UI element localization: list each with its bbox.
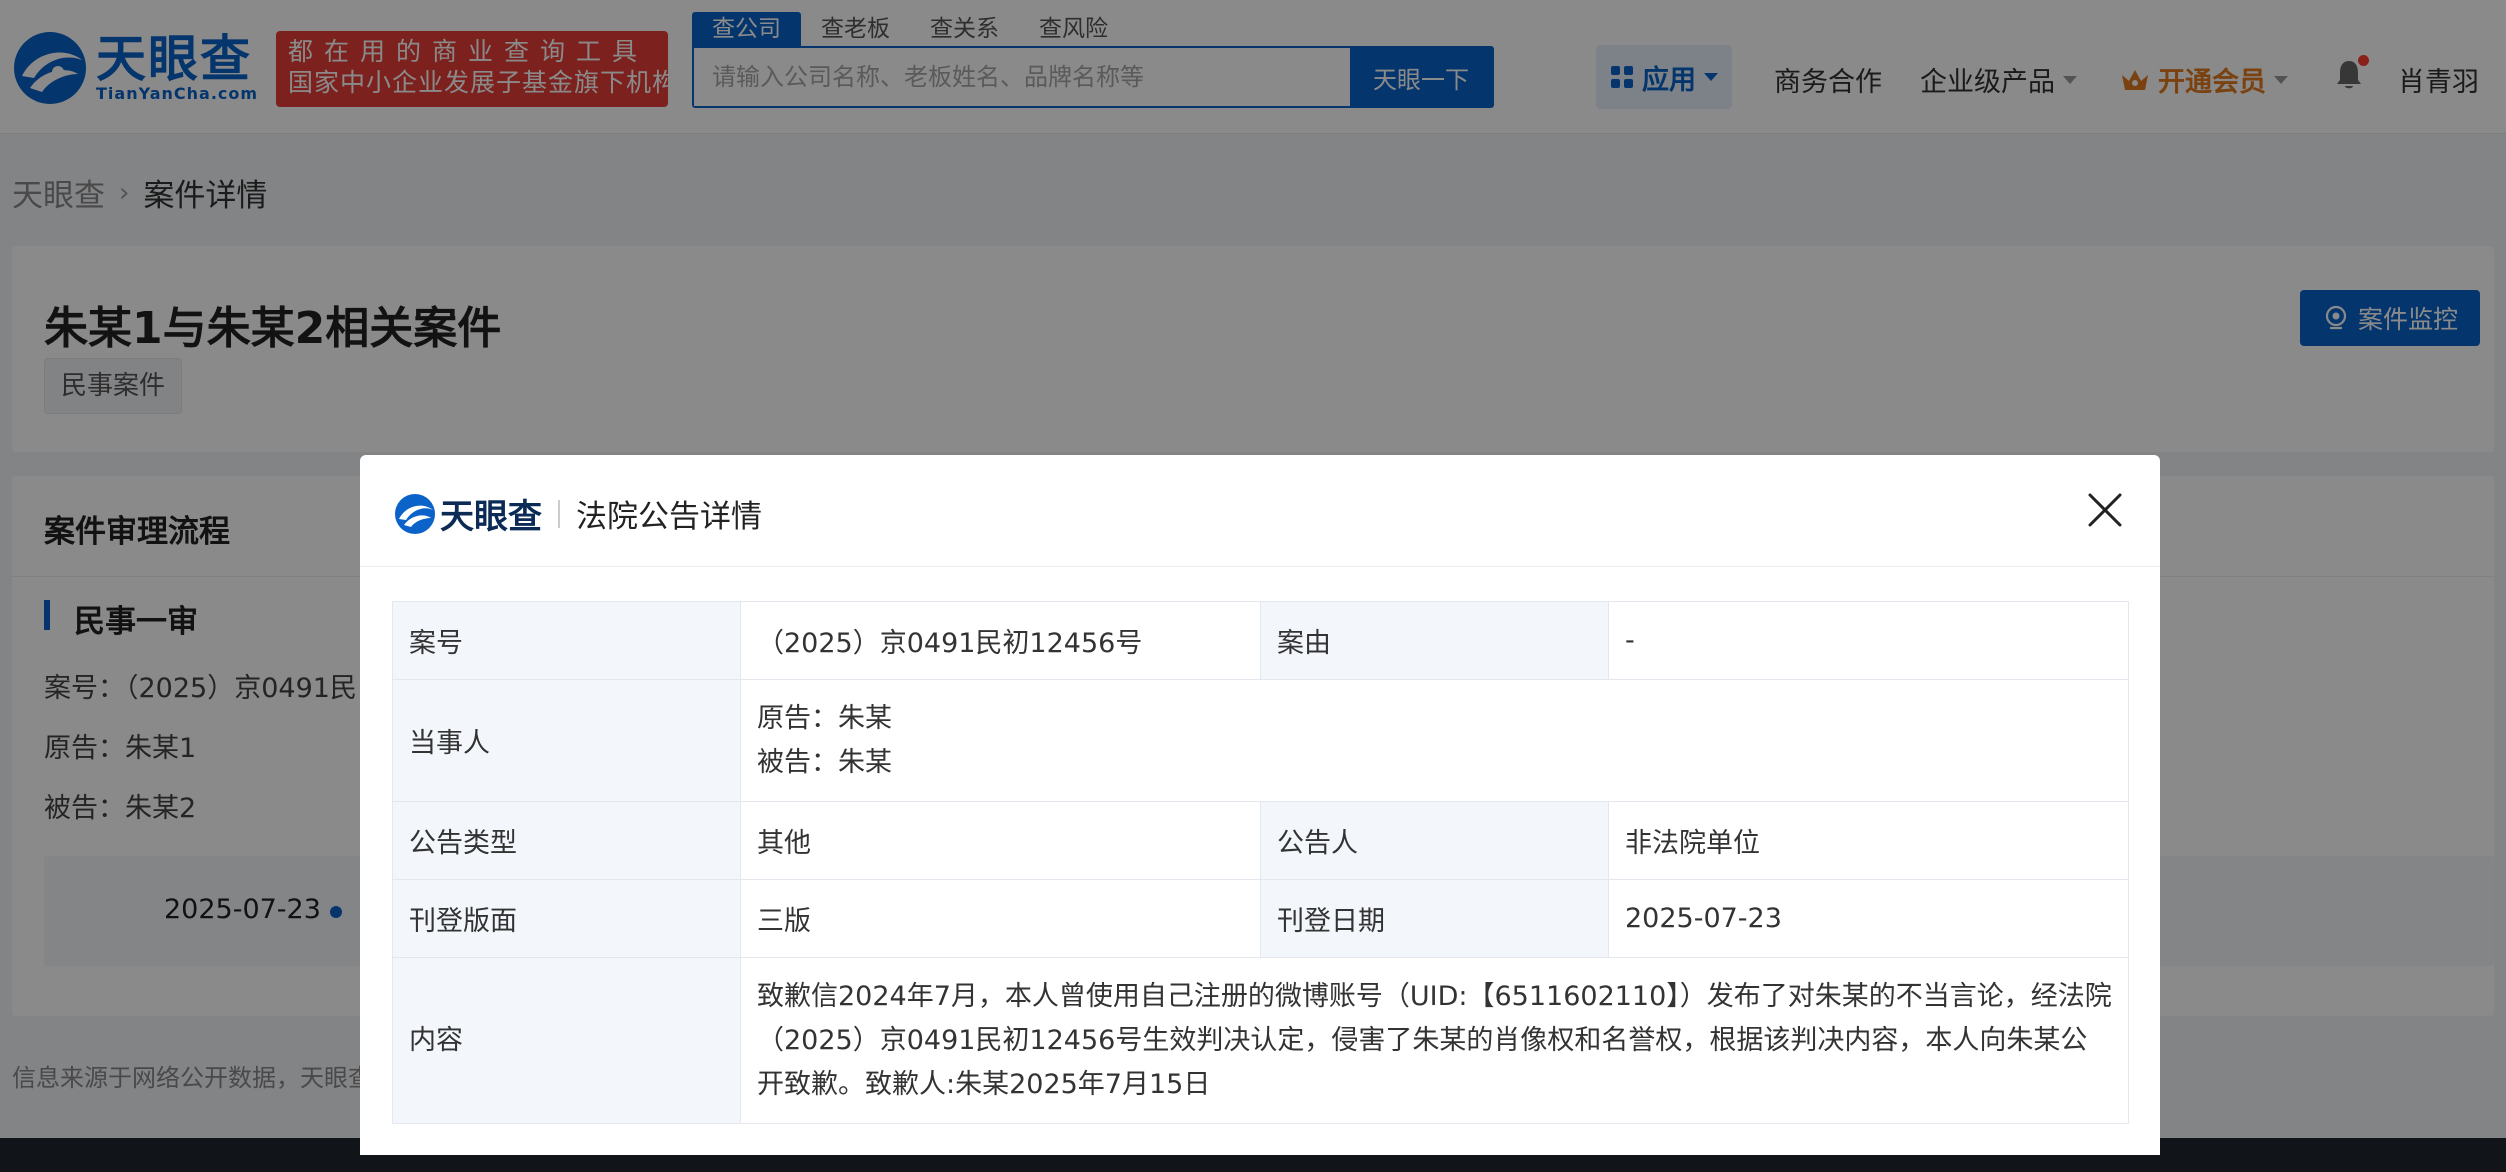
parties-label: 当事人	[392, 679, 741, 802]
publish-date-label: 刊登日期	[1260, 879, 1609, 958]
plaintiff-value: 原告：朱某	[757, 702, 892, 734]
modal-logo: 天眼查 法院公告详情	[394, 489, 762, 538]
table-row: 内容 致歉信2024年7月，本人曾使用自己注册的微博账号（UID:【651160…	[392, 957, 2129, 1124]
notice-type-value: 其他	[740, 801, 1261, 880]
court-notice-modal: 天眼查 法院公告详情 案号 （2025）京0491民初12456号 案由 - 当…	[360, 455, 2160, 1155]
parties-value: 原告：朱某 被告：朱某	[740, 679, 2129, 802]
modal-logo-text: 天眼查	[440, 497, 542, 537]
close-icon[interactable]	[2086, 491, 2124, 529]
publish-date-value: 2025-07-23	[1608, 879, 2129, 958]
content-label: 内容	[392, 957, 741, 1124]
page-label: 刊登版面	[392, 879, 741, 958]
case-no-value: （2025）京0491民初12456号	[740, 601, 1261, 680]
table-row: 公告类型 其他 公告人 非法院单位	[392, 801, 2129, 880]
notice-type-label: 公告类型	[392, 801, 741, 880]
case-no-label: 案号	[392, 601, 741, 680]
tianyancha-eye-icon	[395, 493, 435, 534]
modal-title: 法院公告详情	[576, 499, 762, 535]
cause-value: -	[1608, 601, 2129, 680]
page-value: 三版	[740, 879, 1261, 958]
content-value: 致歉信2024年7月，本人曾使用自己注册的微博账号（UID:【651160211…	[740, 957, 2129, 1124]
announcer-value: 非法院单位	[1608, 801, 2129, 880]
table-row: 当事人 原告：朱某 被告：朱某	[392, 679, 2129, 802]
defendant-value: 被告：朱某	[757, 746, 892, 778]
modal-title-separator	[558, 499, 560, 528]
cause-label: 案由	[1260, 601, 1609, 680]
table-row: 刊登版面 三版 刊登日期 2025-07-23	[392, 879, 2129, 958]
table-row: 案号 （2025）京0491民初12456号 案由 -	[392, 601, 2129, 680]
modal-header: 天眼查 法院公告详情	[360, 455, 2160, 567]
announcer-label: 公告人	[1260, 801, 1609, 880]
notice-detail-table: 案号 （2025）京0491民初12456号 案由 - 当事人 原告：朱某 被告…	[392, 601, 2129, 1124]
